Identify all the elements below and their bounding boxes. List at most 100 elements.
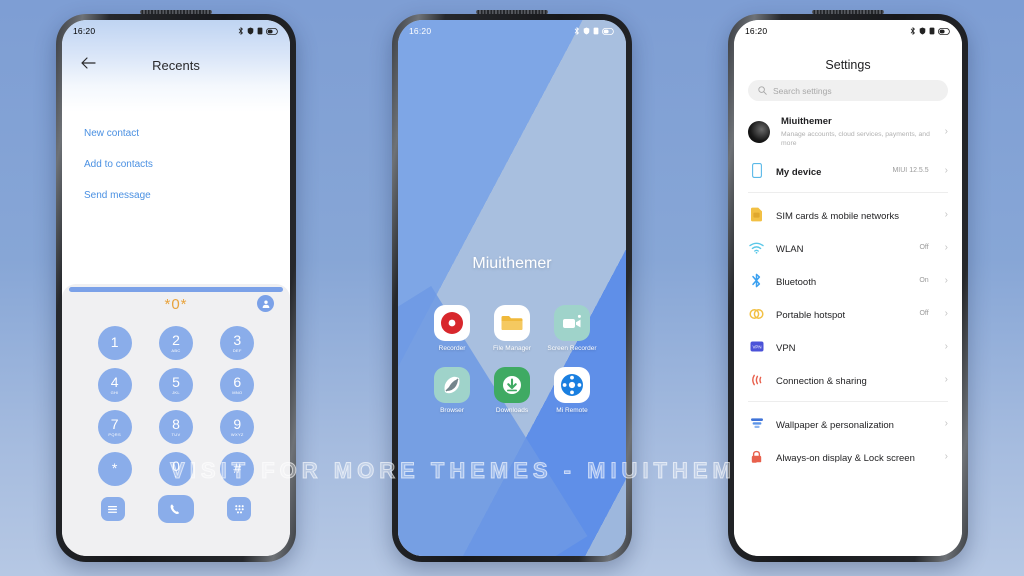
settings-row-always-on-display[interactable]: Always-on display & Lock screen › xyxy=(734,440,962,473)
dialpad-key-6[interactable]: 6 MNO xyxy=(220,368,255,402)
app-downloads[interactable]: Downloads xyxy=(482,367,542,415)
settings-label: Always-on display & Lock screen xyxy=(776,452,915,464)
list-divider xyxy=(748,401,948,402)
settings-row-sim-cards[interactable]: SIM cards & mobile networks › xyxy=(734,198,962,231)
key-sub: JKL xyxy=(172,389,180,395)
settings-row-bluetooth[interactable]: Bluetooth On › xyxy=(734,264,962,297)
call-button[interactable] xyxy=(157,495,194,523)
wifi-icon xyxy=(748,242,765,254)
key-sub: TUV xyxy=(171,431,181,437)
app-file-manager[interactable]: File Manager xyxy=(482,305,542,353)
dialer-action-bar xyxy=(62,486,290,523)
vpn-icon: VPN xyxy=(748,341,765,352)
key-digit: 0 xyxy=(172,458,180,475)
settings-row-account[interactable]: Miuithemer Manage accounts, cloud servic… xyxy=(734,110,962,154)
quick-action-send-message[interactable]: Send message xyxy=(84,180,268,211)
settings-row-portable-hotspot[interactable]: Portable hotspot Off › xyxy=(734,297,962,330)
dialpad-key-1[interactable]: 1 xyxy=(97,326,132,360)
dialpad-panel: *0* 1 2 ABC 3 DEF 4 GHI 5 JKL 6 MNO 7 PQRS 8 TU… xyxy=(62,284,290,556)
status-bar-time: 16:20 xyxy=(409,26,432,36)
my-device-label-wrap: My device xyxy=(776,162,881,180)
settings-list: Miuithemer Manage accounts, cloud servic… xyxy=(734,110,962,556)
app-label: Downloads xyxy=(495,407,529,415)
add-contact-icon[interactable] xyxy=(257,295,274,312)
battery-icon xyxy=(938,27,950,35)
battery-icon xyxy=(266,27,278,35)
settings-label: WLAN xyxy=(776,243,804,255)
dialpad-key-8[interactable]: 8 TUV xyxy=(158,410,193,444)
browser-icon xyxy=(434,367,470,404)
app-mi-remote[interactable]: Mi Remote xyxy=(542,367,602,415)
keypad-button[interactable] xyxy=(227,497,252,521)
dialpad-key-2[interactable]: 2 ABC xyxy=(158,326,193,360)
account-text: Miuithemer Manage accounts, cloud servic… xyxy=(781,116,934,148)
call-log-button[interactable] xyxy=(100,497,125,521)
key-digit: 9 xyxy=(233,416,242,433)
quick-actions-list: New contact Add to contacts Send message xyxy=(62,112,290,211)
dialer-screen: 16:20 Recents New contact Add to contact… xyxy=(62,20,290,556)
key-digit: 3 xyxy=(233,332,242,349)
bluetooth-icon xyxy=(238,27,243,35)
chevron-right-icon: › xyxy=(944,164,948,176)
app-label: Mi Remote xyxy=(556,407,588,415)
shield-icon xyxy=(247,27,254,35)
settings-row-connection-sharing[interactable]: Connection & sharing › xyxy=(734,363,962,396)
settings-label: Bluetooth xyxy=(776,276,817,288)
key-digit: 2 xyxy=(172,332,180,349)
dialpad-key-star[interactable]: * xyxy=(97,452,132,486)
app-browser[interactable]: Browser xyxy=(422,367,482,415)
chevron-right-icon: › xyxy=(944,307,948,319)
chevron-right-icon: › xyxy=(944,274,948,286)
dialpad-key-9[interactable]: 9 WXYZ xyxy=(220,410,255,444)
dialpad-key-hash[interactable]: # xyxy=(220,452,255,486)
settings-row-wallpaper[interactable]: Wallpaper & personalization › xyxy=(734,407,962,440)
settings-row-my-device[interactable]: My device MIUI 12.5.5 › xyxy=(734,154,962,187)
page-title: Recents xyxy=(152,58,200,73)
app-recorder[interactable]: Recorder xyxy=(422,305,482,353)
my-device-value: MIUI 12.5.5 xyxy=(892,167,929,174)
chevron-right-icon: › xyxy=(944,417,948,429)
downloads-icon xyxy=(494,367,530,404)
phone-device-dialer: 16:20 Recents New contact Add to contact… xyxy=(56,10,296,562)
settings-label: Wallpaper & personalization xyxy=(776,419,894,431)
dialpad-key-7[interactable]: 7 PQRS xyxy=(97,410,132,444)
list-divider xyxy=(748,192,948,193)
avatar xyxy=(748,121,770,143)
entered-number: *0* xyxy=(164,295,188,313)
dialpad-key-5[interactable]: 5 JKL xyxy=(158,368,193,402)
dialpad-key-0[interactable]: 0 + xyxy=(158,452,193,486)
dialpad-key-4[interactable]: 4 GHI xyxy=(97,368,132,402)
quick-action-new-contact[interactable]: New contact xyxy=(84,118,268,149)
settings-value: Off xyxy=(919,310,929,317)
quick-action-add-to-contacts[interactable]: Add to contacts xyxy=(84,149,268,180)
app-grid: Recorder File Manager Screen Recorder Br… xyxy=(422,305,602,415)
app-screen-recorder[interactable]: Screen Recorder xyxy=(542,305,602,353)
phone-device-settings: 16:20 Settings Search settings Miuitheme… xyxy=(728,10,968,562)
my-device-label: My device xyxy=(776,166,822,178)
svg-text:VPN: VPN xyxy=(752,344,761,349)
phone-handset-icon xyxy=(171,503,180,514)
shield-icon xyxy=(583,27,590,35)
settings-row-vpn[interactable]: VPN VPN › xyxy=(734,330,962,363)
status-bar-icons xyxy=(574,27,615,35)
sim-card-icon xyxy=(748,207,765,222)
status-bar: 16:20 xyxy=(734,20,962,42)
settings-label: Connection & sharing xyxy=(776,375,867,387)
settings-row-wlan[interactable]: WLAN Off › xyxy=(734,231,962,264)
settings-screen: 16:20 Settings Search settings Miuitheme… xyxy=(734,20,962,556)
battery-icon xyxy=(602,27,614,35)
label-wrap: Connection & sharing xyxy=(776,371,918,389)
key-digit: * xyxy=(111,460,118,477)
bluetooth-icon xyxy=(574,27,579,35)
key-sub: DEF xyxy=(232,347,242,353)
key-digit: 8 xyxy=(172,416,180,433)
earpiece-grille xyxy=(476,10,548,14)
dialpad-key-3[interactable]: 3 DEF xyxy=(220,326,255,360)
mi-remote-icon xyxy=(554,367,590,404)
search-input[interactable]: Search settings xyxy=(748,80,948,101)
connection-sharing-icon xyxy=(748,373,765,387)
key-sub: PQRS xyxy=(108,431,121,437)
key-sub: MNO xyxy=(232,389,243,395)
home-screen: 16:20 Miuithemer Recorder File Manager S… xyxy=(398,20,626,556)
key-digit: 6 xyxy=(233,374,242,391)
